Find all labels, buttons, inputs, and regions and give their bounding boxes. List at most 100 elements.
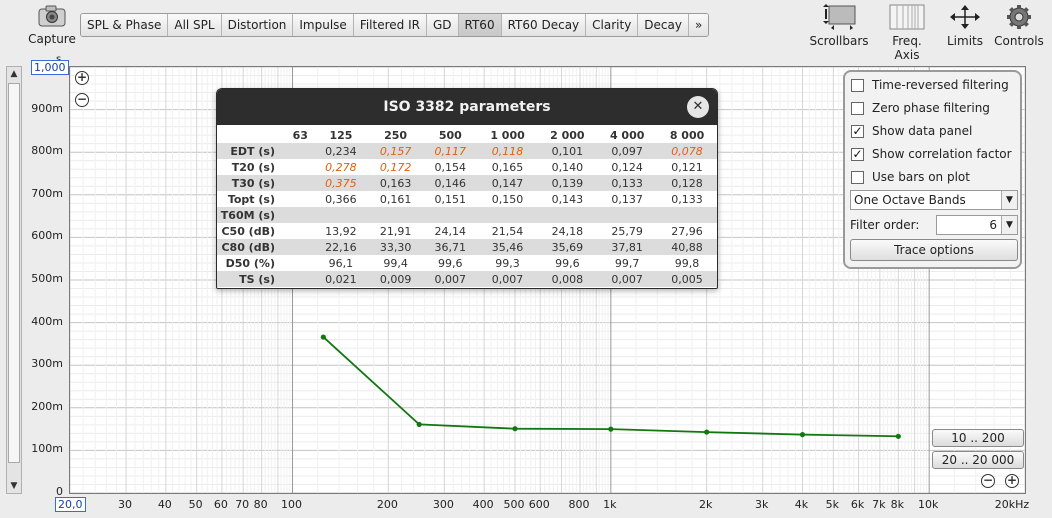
checkbox-box[interactable] xyxy=(851,101,864,115)
x-tick-label: 100 xyxy=(281,498,302,511)
tab-rt60[interactable]: RT60 xyxy=(458,14,502,36)
table-cell xyxy=(287,239,314,255)
column-header: 4 000 xyxy=(609,128,645,142)
row-label: Topt (s) xyxy=(227,192,275,206)
tab-filtered-ir[interactable]: Filtered IR xyxy=(353,14,427,36)
tab-distortion[interactable]: Distortion xyxy=(221,14,294,36)
freq-axis-button[interactable]: Freq. Axis xyxy=(878,4,936,62)
x-tick-label: 300 xyxy=(432,498,454,511)
table-row: C50 (dB) 13,92 21,91 24,14 21,54 24,18 25,79 27… xyxy=(217,223,717,239)
table-cell xyxy=(537,207,598,223)
table-cell xyxy=(422,207,478,223)
limits-button[interactable]: Limits xyxy=(944,4,986,48)
controls-button[interactable]: Controls xyxy=(992,4,1046,48)
x-tick-label: 20kHz xyxy=(994,498,1030,511)
tab-gd[interactable]: GD xyxy=(426,14,459,36)
table-cell: 24,14 xyxy=(434,224,467,238)
table-cell xyxy=(287,207,314,223)
table-cell: 0,101 xyxy=(537,143,598,159)
table-cell: 0,147 xyxy=(477,175,538,191)
tab-all-spl[interactable]: All SPL xyxy=(168,14,222,36)
zoom-out-x-icon[interactable]: − xyxy=(981,474,995,488)
table-cell: 0,097 xyxy=(597,143,658,159)
checkbox-use-bars-on-plot[interactable]: Use bars on plot xyxy=(851,170,970,184)
filter-order-spinner[interactable]: 6 ▼ xyxy=(936,215,1018,235)
checkbox-zero-phase-filtering[interactable]: Zero phase filtering xyxy=(851,101,990,115)
checkbox-show-correlation-factor[interactable]: ✓ Show correlation factor xyxy=(851,147,1012,161)
row-label: C50 (dB) xyxy=(221,224,275,238)
row-label: D50 (%) xyxy=(225,256,275,270)
table-cell: 99,8 xyxy=(674,256,700,270)
filter-order-label: Filter order: xyxy=(850,218,920,232)
table-cell: 0,172 xyxy=(379,160,412,174)
table-cell: 0,366 xyxy=(325,192,357,206)
table-cell xyxy=(657,207,717,223)
row-label: T30 (s) xyxy=(217,175,287,191)
range-10-200-button[interactable]: 10 .. 200 xyxy=(932,429,1024,447)
table-row: Topt (s) 0,366 0,161 0,151 0,150 0,143 0,137 0,… xyxy=(217,191,717,207)
checkbox-show-data-panel[interactable]: ✓ Show data panel xyxy=(851,124,972,138)
range-20-20000-button[interactable]: 20 .. 20 000 xyxy=(932,451,1024,469)
checkbox-time-reversed-filtering[interactable]: Time-reversed filtering xyxy=(851,78,1009,92)
gear-icon xyxy=(1006,4,1032,30)
x-tick-label: 1k xyxy=(603,498,617,511)
tab-spl-phase[interactable]: SPL & Phase xyxy=(81,14,169,36)
table-cell: 24,18 xyxy=(551,224,584,238)
table-row: C80 (dB) 22,16 33,30 36,71 35,46 35,69 37,81 40… xyxy=(217,239,717,255)
x-tick-label: 200 xyxy=(376,498,398,511)
tab-decay[interactable]: Decay xyxy=(638,14,689,36)
table-cell: 36,71 xyxy=(422,239,478,255)
table-cell: 22,16 xyxy=(313,239,369,255)
checkmark-icon[interactable]: ✓ xyxy=(851,147,864,161)
table-cell: 0,140 xyxy=(551,160,584,174)
checkbox-label: Time-reversed filtering xyxy=(872,78,1009,92)
table-cell: 0,154 xyxy=(434,160,467,174)
table-row: T20 (s) 0,278 0,172 0,154 0,165 0,140 0,124 0,1… xyxy=(217,159,717,175)
filter-order-value: 6 xyxy=(989,218,997,232)
row-label: TS (s) xyxy=(217,271,287,287)
dialog-titlebar: ISO 3382 parameters ✕ xyxy=(217,89,717,125)
close-icon[interactable]: ✕ xyxy=(687,96,709,118)
data-point xyxy=(608,426,614,432)
table-cell: 35,69 xyxy=(537,239,598,255)
trace-options-button[interactable]: Trace options xyxy=(850,239,1018,261)
table-cell: 35,46 xyxy=(477,239,538,255)
row-label: EDT (s) xyxy=(217,143,287,159)
column-header: 63 xyxy=(292,128,308,142)
tab-impulse[interactable]: Impulse xyxy=(293,14,354,36)
table-cell: 0,005 xyxy=(657,271,717,287)
table-cell: 0,121 xyxy=(671,160,703,174)
table-cell xyxy=(287,271,314,287)
table-cell: 0,143 xyxy=(551,192,584,206)
table-cell xyxy=(287,223,314,239)
table-cell: 99,4 xyxy=(383,256,408,270)
tab-clarity[interactable]: Clarity xyxy=(586,14,639,36)
band-select[interactable]: One Octave Bands ▼ xyxy=(850,190,1018,210)
table-cell: 0,124 xyxy=(611,160,643,174)
checkmark-icon[interactable]: ✓ xyxy=(851,124,864,138)
checkbox-label: Zero phase filtering xyxy=(872,101,990,115)
y-tick-label: 0 xyxy=(56,485,63,498)
zoom-in-x-icon[interactable]: + xyxy=(1005,474,1019,488)
y-max-input[interactable]: 1,000 xyxy=(31,60,69,75)
column-header: 250 xyxy=(384,128,408,142)
zoom-out-icon[interactable]: − xyxy=(75,93,89,107)
tab-rt60-decay[interactable]: RT60 Decay xyxy=(501,14,587,36)
capture-button[interactable]: Capture xyxy=(28,4,76,46)
x-tick-label: 30 xyxy=(118,498,133,511)
data-point xyxy=(895,433,901,439)
corner-cell xyxy=(217,127,287,143)
scrollbars-label: Scrollbars xyxy=(809,34,869,48)
table-cell: 13,92 xyxy=(325,224,357,238)
y-tick-label: 300m xyxy=(31,357,63,371)
checkbox-box[interactable] xyxy=(851,78,864,92)
chevron-down-icon: ▼ xyxy=(1001,216,1017,234)
zoom-in-icon[interactable]: + xyxy=(75,71,89,85)
x-min-input[interactable]: 20,0 xyxy=(55,497,86,512)
checkbox-box[interactable] xyxy=(851,170,864,184)
checkbox-label: Show data panel xyxy=(872,124,973,138)
table-cell xyxy=(287,159,314,175)
tab-overflow-icon[interactable]: » xyxy=(688,14,709,36)
scrollbars-button[interactable]: Scrollbars xyxy=(808,4,870,48)
scroll-up-icon[interactable]: ▲ xyxy=(7,67,21,81)
